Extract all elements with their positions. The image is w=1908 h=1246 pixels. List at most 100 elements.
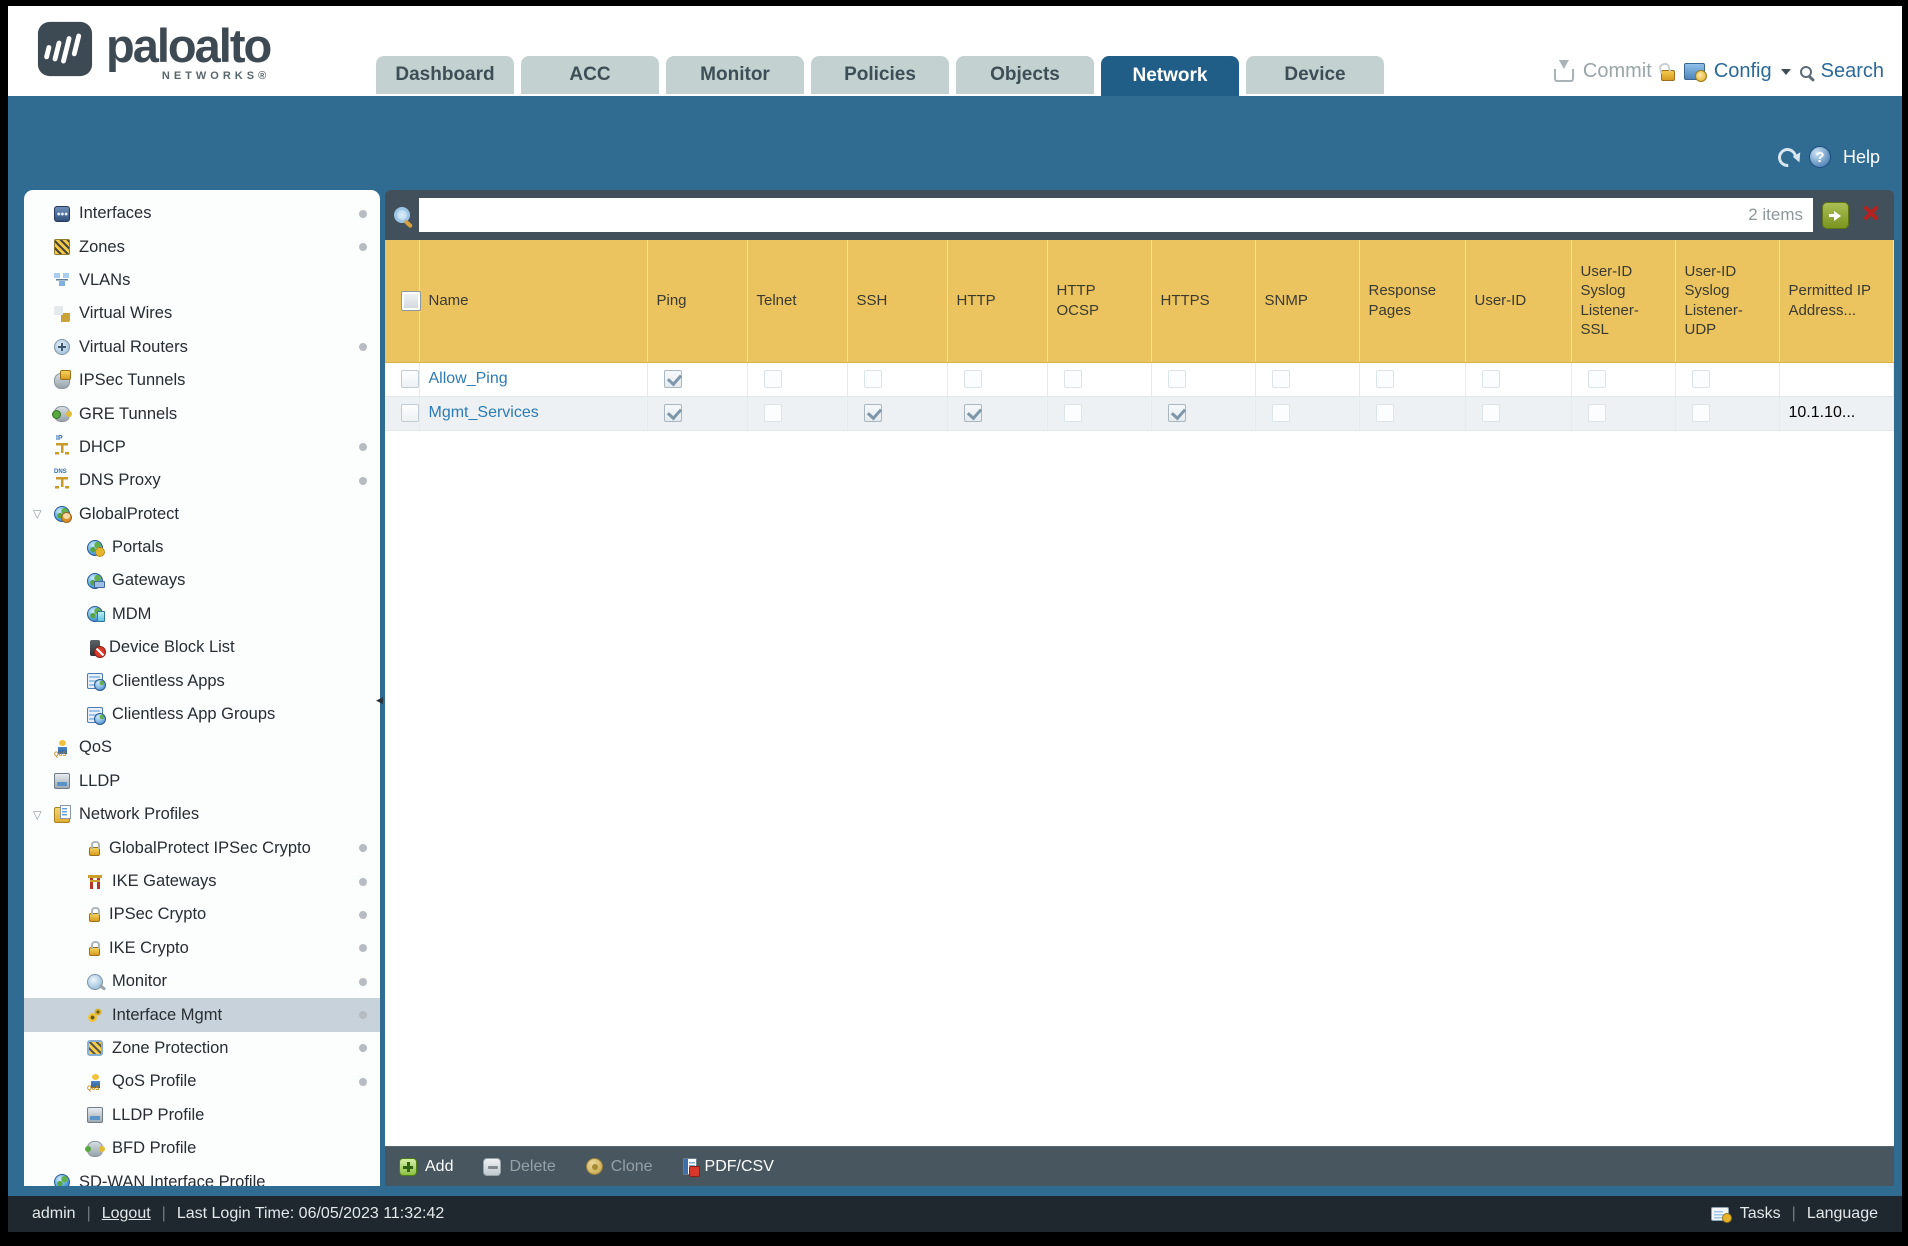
- refresh-icon[interactable]: [1774, 143, 1801, 171]
- column-header-snmp[interactable]: SNMP: [1255, 240, 1360, 363]
- tasks-link[interactable]: Tasks: [1740, 1205, 1781, 1223]
- tab-device[interactable]: Device: [1246, 56, 1384, 94]
- unchecked-checkbox[interactable]: [1481, 369, 1500, 388]
- sidebar-item-clientless-app-groups[interactable]: Clientless App Groups: [24, 698, 380, 731]
- unchecked-checkbox[interactable]: [1375, 369, 1394, 388]
- row-checkbox[interactable]: [401, 403, 419, 422]
- item-options-dot[interactable]: [359, 443, 367, 452]
- sidebar-item-ike-gateways[interactable]: IKE Gateways: [24, 865, 380, 898]
- sidebar-item-monitor[interactable]: Monitor: [24, 965, 380, 998]
- row-name-link[interactable]: Mgmt_Services: [429, 404, 539, 421]
- unchecked-checkbox[interactable]: [1375, 403, 1394, 422]
- search-icon[interactable]: [1799, 65, 1812, 78]
- item-options-dot[interactable]: [359, 910, 367, 919]
- column-header-user-id-syslog-listener-udp[interactable]: User-ID Syslog Listener-UDP: [1675, 240, 1780, 363]
- unchecked-checkbox[interactable]: [863, 369, 882, 388]
- sidebar-item-lldp[interactable]: LLDP: [24, 765, 380, 798]
- item-options-dot[interactable]: [359, 243, 367, 252]
- sidebar-item-qos[interactable]: QoS: [24, 731, 380, 764]
- column-header-permitted-ip-address[interactable]: Permitted IP Address...: [1779, 240, 1894, 363]
- unchecked-checkbox[interactable]: [1691, 403, 1710, 422]
- sidebar-item-ipsec-crypto[interactable]: IPSec Crypto: [24, 898, 380, 931]
- sidebar-item-vlans[interactable]: VLANs: [24, 264, 380, 297]
- filter-input[interactable]: [419, 198, 1749, 232]
- tab-dashboard[interactable]: Dashboard: [376, 56, 514, 94]
- column-header-ssh[interactable]: SSH: [847, 240, 948, 363]
- sidebar-item-sd-wan-interface-profile[interactable]: SD-WAN Interface Profile: [24, 1165, 380, 1186]
- clone-button[interactable]: Clone: [585, 1158, 653, 1176]
- unchecked-checkbox[interactable]: [1167, 369, 1186, 388]
- unchecked-checkbox[interactable]: [963, 369, 982, 388]
- pdf-csv-button[interactable]: PDF/CSV: [682, 1158, 774, 1177]
- help-link[interactable]: Help: [1843, 147, 1880, 168]
- sidebar-item-interface-mgmt[interactable]: Interface Mgmt: [24, 998, 380, 1032]
- tab-network[interactable]: Network: [1101, 56, 1239, 96]
- sidebar-item-dhcp[interactable]: DHCP: [24, 431, 380, 464]
- item-options-dot[interactable]: [359, 209, 367, 218]
- column-header-https[interactable]: HTTPS: [1151, 240, 1256, 363]
- help-icon[interactable]: [1808, 146, 1831, 168]
- item-options-dot[interactable]: [359, 977, 367, 986]
- sidebar-item-ike-crypto[interactable]: IKE Crypto: [24, 932, 380, 965]
- delete-button[interactable]: Delete: [483, 1157, 556, 1176]
- item-options-dot[interactable]: [359, 1011, 367, 1020]
- item-options-dot[interactable]: [359, 844, 367, 853]
- item-options-dot[interactable]: [359, 877, 367, 886]
- commit-icon[interactable]: [1553, 69, 1574, 82]
- sidebar-item-virtual-wires[interactable]: Virtual Wires: [24, 297, 380, 330]
- sidebar-item-interfaces[interactable]: Interfaces: [24, 197, 380, 230]
- select-all-checkbox[interactable]: [401, 290, 421, 311]
- language-link[interactable]: Language: [1807, 1205, 1878, 1223]
- table-row[interactable]: Allow_Ping: [385, 362, 1894, 397]
- unchecked-checkbox[interactable]: [1063, 369, 1082, 388]
- row-checkbox[interactable]: [401, 369, 419, 388]
- sidebar-item-globalprotect-ipsec-crypto[interactable]: GlobalProtect IPSec Crypto: [24, 831, 380, 864]
- column-header-ping[interactable]: Ping: [647, 240, 748, 363]
- row-name-link[interactable]: Allow_Ping: [429, 370, 508, 387]
- tab-acc[interactable]: ACC: [521, 56, 659, 94]
- table-row[interactable]: Mgmt_Services 10.1.10...: [385, 396, 1894, 431]
- clear-filter-button[interactable]: [1858, 202, 1885, 229]
- add-button[interactable]: Add: [399, 1157, 453, 1176]
- sidebar-item-gateways[interactable]: Gateways: [24, 564, 380, 597]
- item-options-dot[interactable]: [359, 944, 367, 953]
- sidebar-item-portals[interactable]: Portals: [24, 531, 380, 564]
- expand-arrow-icon[interactable]: ▽: [33, 808, 41, 821]
- sidebar-item-globalprotect[interactable]: ▽ GlobalProtect: [24, 498, 380, 531]
- sidebar-item-clientless-apps[interactable]: Clientless Apps: [24, 664, 380, 697]
- sidebar-collapse-handle[interactable]: ◀: [376, 695, 383, 706]
- sidebar-item-lldp-profile[interactable]: LLDP Profile: [24, 1099, 380, 1132]
- sidebar-item-mdm[interactable]: MDM: [24, 598, 380, 631]
- item-options-dot[interactable]: [359, 343, 367, 352]
- checked-checkbox[interactable]: [963, 403, 982, 422]
- tab-monitor[interactable]: Monitor: [666, 56, 804, 94]
- sidebar-item-device-block-list[interactable]: Device Block List: [24, 631, 380, 664]
- config-icon[interactable]: [1683, 63, 1707, 82]
- column-header-http[interactable]: HTTP: [947, 240, 1048, 363]
- lock-icon[interactable]: [1660, 70, 1675, 81]
- unchecked-checkbox[interactable]: [1271, 369, 1290, 388]
- sidebar-item-ipsec-tunnels[interactable]: IPSec Tunnels: [24, 364, 380, 397]
- checked-checkbox[interactable]: [1167, 403, 1186, 422]
- item-options-dot[interactable]: [359, 476, 367, 485]
- sidebar-item-dns-proxy[interactable]: DNS Proxy: [24, 464, 380, 497]
- column-header-name[interactable]: Name: [419, 240, 648, 363]
- tab-objects[interactable]: Objects: [956, 56, 1094, 94]
- checked-checkbox[interactable]: [863, 403, 882, 422]
- column-header-user-id[interactable]: User-ID: [1465, 240, 1572, 363]
- search-button[interactable]: Search: [1821, 60, 1884, 83]
- sidebar-item-virtual-routers[interactable]: Virtual Routers: [24, 331, 380, 364]
- sidebar-item-zone-protection[interactable]: Zone Protection: [24, 1032, 380, 1065]
- unchecked-checkbox[interactable]: [1063, 403, 1082, 422]
- item-options-dot[interactable]: [359, 1077, 367, 1086]
- checked-checkbox[interactable]: [663, 403, 682, 422]
- logout-link[interactable]: Logout: [102, 1205, 151, 1223]
- unchecked-checkbox[interactable]: [1691, 369, 1710, 388]
- unchecked-checkbox[interactable]: [763, 403, 782, 422]
- sidebar-item-qos-profile[interactable]: QoS Profile: [24, 1065, 380, 1098]
- sidebar-item-network-profiles[interactable]: ▽ Network Profiles: [24, 798, 380, 831]
- apply-filter-button[interactable]: [1822, 201, 1849, 229]
- unchecked-checkbox[interactable]: [1587, 369, 1606, 388]
- commit-button[interactable]: Commit: [1583, 60, 1652, 83]
- sidebar-item-bfd-profile[interactable]: BFD Profile: [24, 1132, 380, 1165]
